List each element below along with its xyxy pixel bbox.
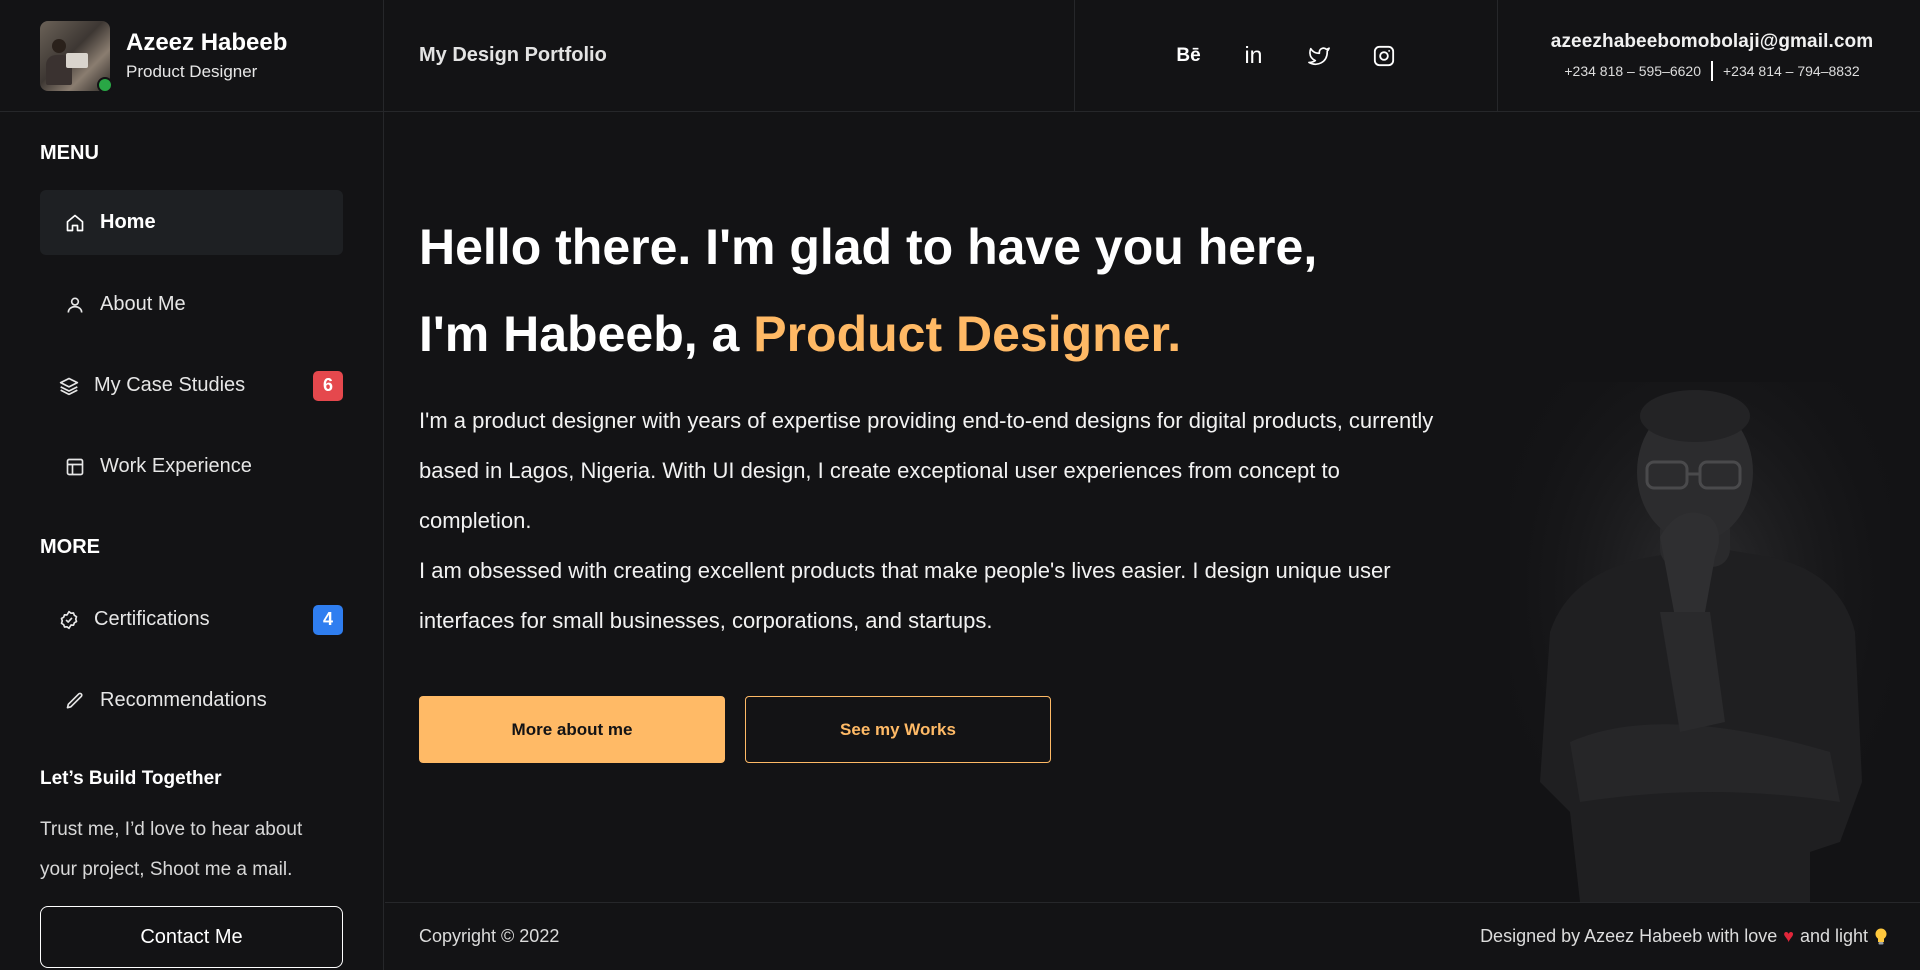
- footer: Copyright © 2022 Designed by Azeez Habee…: [385, 902, 1920, 970]
- contact-info: azeezhabeebomobolaji@gmail.com +234 818 …: [1498, 0, 1920, 111]
- credit-text-2: and light: [1799, 926, 1868, 946]
- portrait-image: [1510, 382, 1890, 902]
- hero-description: I'm a product designer with years of exp…: [419, 396, 1439, 646]
- brand: Azeez Habeeb Product Designer: [0, 0, 384, 111]
- sidebar-item-label: Certifications: [94, 608, 210, 630]
- sidebar-item-label: Recommendations: [100, 689, 267, 711]
- online-status-dot: [97, 76, 113, 93]
- sidebar-item-label: My Case Studies: [94, 374, 246, 396]
- behance-icon[interactable]: Bē: [1171, 38, 1206, 73]
- user-icon: [64, 294, 86, 316]
- lightbulb-icon: [1875, 928, 1887, 944]
- hero-paragraph-1: I'm a product designer with years of exp…: [419, 408, 1434, 533]
- credit-text: Designed by Azeez Habeeb with love: [1480, 926, 1778, 946]
- avatar[interactable]: [40, 20, 113, 93]
- sidebar-item-certifications[interactable]: Certifications 4: [40, 587, 343, 652]
- profile-role: Product Designer: [126, 61, 258, 81]
- portfolio-title: My Design Portfolio: [384, 0, 1075, 111]
- sidebar-item-case-studies[interactable]: My Case Studies 6: [40, 353, 343, 418]
- sidebar-item-about-me[interactable]: About Me: [40, 272, 343, 337]
- heart-icon: ♥: [1783, 926, 1794, 946]
- hero-line-2-accent: Product Designer.: [753, 306, 1182, 362]
- sidebar-item-label: Home: [100, 211, 156, 233]
- instagram-icon[interactable]: [1366, 38, 1401, 73]
- more-about-me-button[interactable]: More about me: [419, 696, 725, 763]
- pencil-icon: [64, 690, 86, 712]
- badge-check-icon: [58, 609, 80, 631]
- build-together-text: Trust me, I’d love to hear about your pr…: [40, 819, 303, 880]
- sidebar: MENU Home About Me My Case Studies 6 Wor…: [0, 112, 384, 970]
- hero-heading: Hello there. I'm glad to have you here, …: [419, 204, 1317, 378]
- sidebar-item-home[interactable]: Home: [40, 190, 343, 255]
- layout-icon: [64, 456, 86, 478]
- linkedin-icon[interactable]: in: [1236, 38, 1271, 73]
- layers-icon: [58, 375, 80, 397]
- see-my-works-button[interactable]: See my Works: [745, 696, 1051, 763]
- top-bar: Azeez Habeeb Product Designer My Design …: [0, 0, 1920, 112]
- profile-name: Azeez Habeeb: [126, 28, 288, 56]
- contact-me-button[interactable]: Contact Me: [40, 906, 343, 968]
- home-icon: [64, 212, 86, 234]
- hero-line-2-prefix: I'm Habeeb, a: [419, 306, 754, 362]
- hero-paragraph-2: I am obsessed with creating excellent pr…: [419, 558, 1391, 633]
- linkedin-label: in: [1244, 42, 1263, 68]
- phone-2[interactable]: +234 814 – 794–8832: [1723, 63, 1860, 79]
- behance-label: Bē: [1176, 44, 1201, 66]
- sidebar-item-label: Work Experience: [100, 455, 252, 477]
- footer-credit: Designed by Azeez Habeeb with love ♥ and…: [1480, 926, 1888, 947]
- social-links: Bē in: [1075, 0, 1498, 111]
- more-section-title: MORE: [40, 536, 100, 558]
- sidebar-item-work-experience[interactable]: Work Experience: [40, 434, 343, 499]
- sidebar-item-recommendations[interactable]: Recommendations: [40, 668, 343, 733]
- copyright-text: Copyright © 2022: [419, 926, 560, 946]
- case-studies-count-badge: 6: [313, 370, 343, 401]
- phone-divider: [1711, 60, 1713, 81]
- certifications-count-badge: 4: [313, 604, 343, 635]
- menu-section-title: MENU: [40, 142, 99, 164]
- sidebar-item-label: About Me: [100, 293, 186, 315]
- build-together-title: Let’s Build Together: [40, 768, 222, 789]
- email-link[interactable]: azeezhabeebomobolaji@gmail.com: [1551, 31, 1873, 53]
- twitter-icon[interactable]: [1301, 38, 1336, 73]
- hero-line-1: Hello there. I'm glad to have you here,: [419, 219, 1318, 275]
- hero-section: Hello there. I'm glad to have you here, …: [384, 112, 1920, 902]
- phone-1[interactable]: +234 818 – 595–6620: [1564, 63, 1701, 79]
